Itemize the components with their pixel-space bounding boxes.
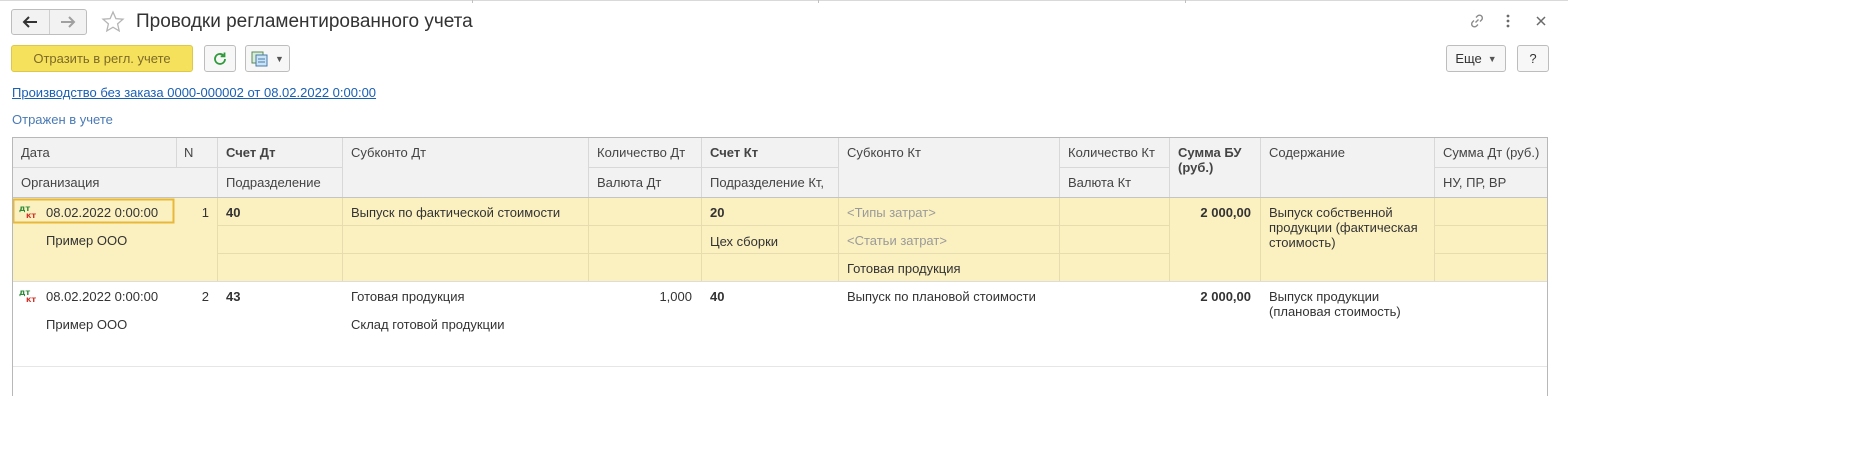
row2-n[interactable]: 2: [177, 289, 209, 304]
close-button[interactable]: [1532, 12, 1550, 30]
header-subdivision[interactable]: Подразделение: [226, 175, 321, 190]
row1-n[interactable]: 1: [177, 205, 209, 220]
row2-subconto-dt-2[interactable]: Склад готовой продукции: [351, 317, 505, 332]
header-nu-pr-vr[interactable]: НУ, ПР, ВР: [1443, 175, 1506, 190]
header-sum-dt[interactable]: Сумма Дт (руб.): [1443, 145, 1539, 160]
entries-table: Дата N Счет Дт Субконто Дт Количество Дт…: [12, 137, 1548, 396]
page-title: Проводки регламентированного учета: [136, 11, 473, 32]
row1-subconto-kt-2[interactable]: <Статьи затрат>: [847, 233, 947, 248]
row1-organization[interactable]: Пример ООО: [46, 233, 127, 248]
row1-subdivision-kt[interactable]: Цех сборки: [710, 234, 778, 249]
row1-subconto-kt-1[interactable]: <Типы затрат>: [847, 205, 936, 220]
header-account-dt[interactable]: Счет Дт: [226, 145, 275, 160]
header-n[interactable]: N: [184, 145, 193, 160]
close-icon: [1536, 16, 1546, 26]
window-top-border: [0, 0, 1568, 3]
row2-date[interactable]: 08.02.2022 0:00:00: [46, 289, 158, 304]
header-sum-bu[interactable]: Сумма БУ (руб.): [1178, 145, 1256, 175]
header-currency-kt[interactable]: Валюта Кт: [1068, 175, 1131, 190]
more-vertical-icon: [1506, 14, 1510, 28]
header-content[interactable]: Содержание: [1269, 145, 1345, 160]
header-qty-dt[interactable]: Количество Дт: [597, 145, 685, 160]
row2-content[interactable]: Выпуск продукции (плановая стоимость): [1269, 289, 1429, 319]
chevron-down-icon: ▼: [1487, 53, 1497, 64]
reflect-in-accounting-button[interactable]: Отразить в регл. учете: [11, 45, 193, 72]
header-organization[interactable]: Организация: [21, 175, 99, 190]
refresh-icon: [214, 52, 226, 65]
row2-subconto-dt-1[interactable]: Готовая продукция: [351, 289, 465, 304]
status-text: Отражен в учете: [12, 112, 113, 127]
favorite-star-button[interactable]: [100, 9, 126, 35]
header-subconto-dt[interactable]: Субконто Дт: [351, 145, 426, 160]
row1-date[interactable]: 08.02.2022 0:00:00: [46, 205, 158, 220]
dt-kt-icon: дт кт: [19, 288, 37, 304]
reflect-in-accounting-label: Отразить в регл. учете: [33, 51, 171, 66]
header-qty-kt[interactable]: Количество Кт: [1068, 145, 1155, 160]
arrow-left-icon: [22, 16, 38, 28]
star-icon: [101, 10, 125, 33]
header-date[interactable]: Дата: [21, 145, 50, 160]
row1-sum-bu[interactable]: 2 000,00: [1173, 205, 1251, 220]
more-button-label: Еще: [1455, 51, 1482, 66]
row2-account-dt[interactable]: 43: [226, 289, 240, 304]
row1-account-dt[interactable]: 40: [226, 205, 240, 220]
row2-organization[interactable]: Пример ООО: [46, 317, 127, 332]
row1-subconto-dt-1[interactable]: Выпуск по фактической стоимости: [351, 205, 560, 220]
row2-sum-bu[interactable]: 2 000,00: [1173, 289, 1251, 304]
header-account-kt[interactable]: Счет Кт: [710, 145, 758, 160]
row2-qty-dt[interactable]: 1,000: [593, 289, 692, 304]
link-button[interactable]: [1468, 12, 1486, 30]
more-actions-button[interactable]: [1499, 12, 1517, 30]
row1-content[interactable]: Выпуск собственной продукции (фактическа…: [1269, 205, 1429, 250]
more-button[interactable]: Еще ▼: [1446, 45, 1506, 72]
report-menu-icon: [251, 51, 268, 66]
report-menu-button[interactable]: ▼: [245, 45, 290, 72]
row2-account-kt[interactable]: 40: [710, 289, 724, 304]
back-button[interactable]: [12, 10, 49, 34]
header-currency-dt[interactable]: Валюта Дт: [597, 175, 661, 190]
arrow-right-icon: [60, 16, 76, 28]
row1-subconto-kt-3[interactable]: Готовая продукция: [847, 261, 961, 276]
link-icon: [1470, 14, 1484, 28]
header-subdivision-kt[interactable]: Подразделение Кт,: [710, 175, 824, 190]
help-button-label: ?: [1529, 51, 1537, 66]
row2-subconto-kt-1[interactable]: Выпуск по плановой стоимости: [847, 289, 1036, 304]
chevron-down-icon: ▼: [275, 53, 284, 64]
row1-account-kt[interactable]: 20: [710, 205, 724, 220]
nav-buttons: [11, 9, 87, 35]
dt-kt-icon: дт кт: [19, 204, 37, 220]
help-button[interactable]: ?: [1517, 45, 1549, 72]
document-link[interactable]: Производство без заказа 0000-000002 от 0…: [12, 85, 376, 100]
forward-button[interactable]: [48, 10, 87, 34]
refresh-button[interactable]: [204, 45, 236, 72]
header-subconto-kt[interactable]: Субконто Кт: [847, 145, 921, 160]
